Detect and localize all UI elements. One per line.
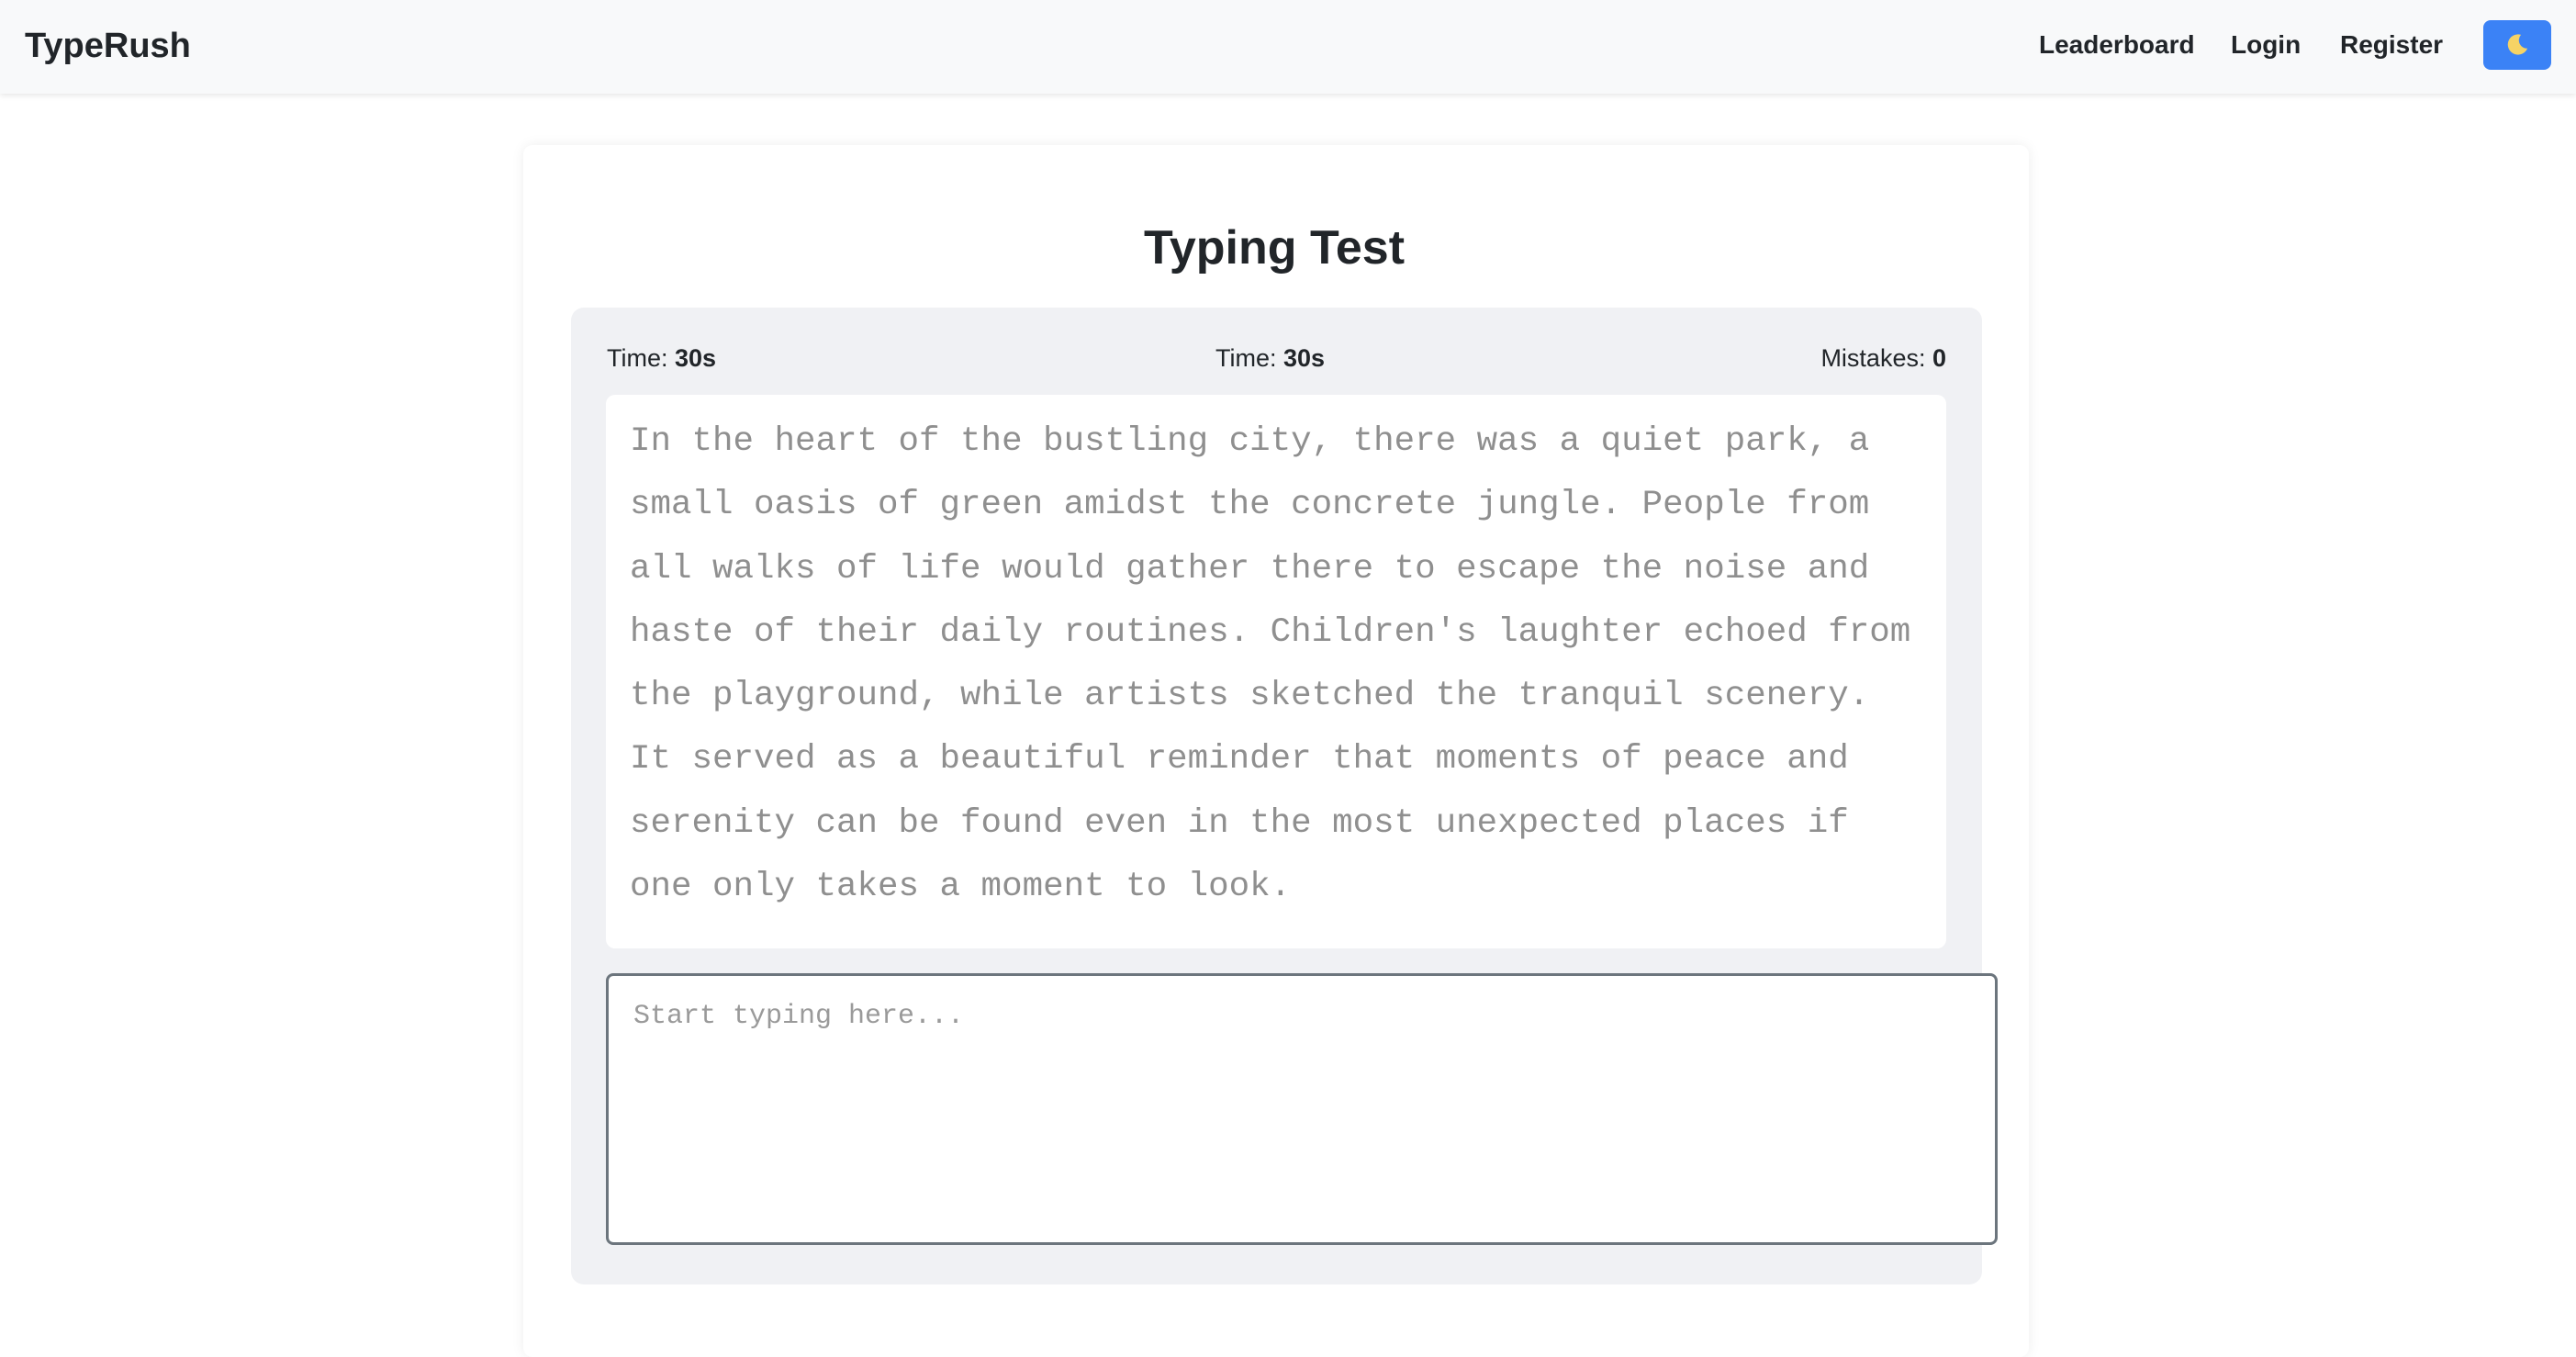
mistakes-label: Mistakes:	[1820, 344, 1932, 372]
passage-text: In the heart of the bustling city, there…	[630, 422, 1911, 907]
time-stat: Time: 30s	[607, 342, 716, 374]
time-value: 30s	[675, 344, 717, 372]
passage-box: In the heart of the bustling city, there…	[606, 395, 1946, 948]
time-label: Time:	[607, 344, 675, 372]
nav-leaderboard-link[interactable]: Leaderboard	[2039, 28, 2195, 62]
nav-register-link[interactable]: Register	[2340, 28, 2443, 62]
time-label: Time:	[1215, 344, 1283, 372]
time-stat-secondary: Time: 30s	[1215, 342, 1325, 374]
theme-toggle-button[interactable]	[2483, 20, 2551, 70]
nav-login-link[interactable]: Login	[2231, 28, 2301, 62]
page-title: Typing Test	[1143, 221, 1406, 275]
mistakes-stat: Mistakes: 0	[1820, 342, 1946, 374]
moon-icon	[2507, 34, 2528, 55]
typing-input[interactable]	[606, 973, 1998, 1245]
mistakes-value: 0	[1932, 344, 1946, 372]
time-value: 30s	[1283, 344, 1326, 372]
navbar: TypeRush Leaderboard Login Register	[0, 0, 2576, 94]
brand-logo[interactable]: TypeRush	[25, 26, 191, 66]
